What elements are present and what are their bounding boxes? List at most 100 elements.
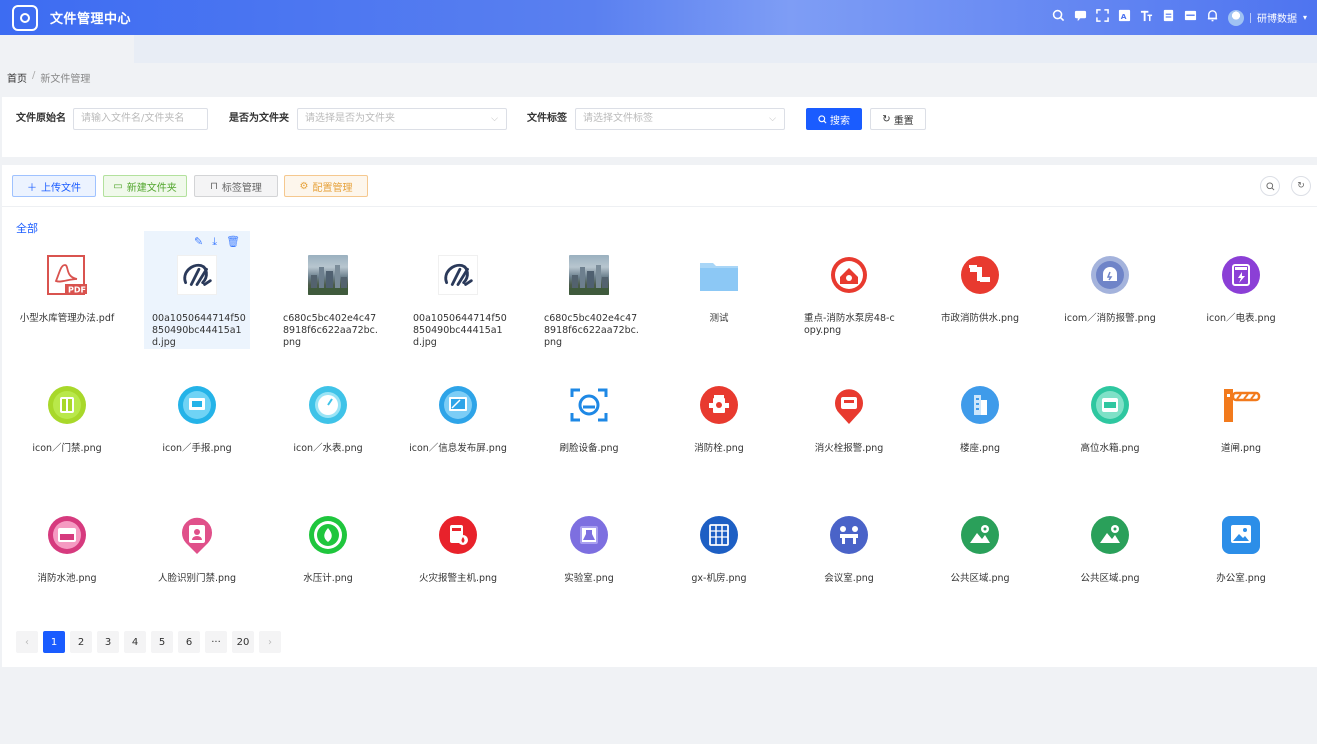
file-item[interactable]: 办公室.png bbox=[1188, 491, 1294, 609]
file-item[interactable]: 火灾报警主机.png bbox=[405, 491, 511, 609]
page-button[interactable]: 2 bbox=[70, 631, 92, 653]
is-folder-label: 是否为文件夹 bbox=[229, 113, 289, 124]
file-name: 会议室.png bbox=[824, 573, 874, 584]
fire-alarm-icon bbox=[1090, 255, 1130, 295]
file-name: 道闸.png bbox=[1220, 443, 1262, 454]
chat-icon[interactable] bbox=[1074, 9, 1088, 26]
document-icon[interactable] bbox=[1162, 9, 1176, 26]
file-item[interactable]: PDF 小型水库管理办法.pdf bbox=[14, 231, 120, 349]
building-icon bbox=[960, 385, 1000, 425]
page-button[interactable]: 5 bbox=[151, 631, 173, 653]
page-button[interactable]: 3 bbox=[97, 631, 119, 653]
page-button[interactable]: 20 bbox=[232, 631, 254, 653]
next-page-button[interactable]: › bbox=[259, 631, 281, 653]
config-manage-button[interactable]: ⚙ 配置管理 bbox=[284, 175, 368, 197]
fullscreen-icon[interactable] bbox=[1096, 9, 1110, 26]
file-item[interactable]: gx-机房.png bbox=[666, 491, 772, 609]
file-panel: ＋ 上传文件 ▭ 新建文件夹 ⊓ 标签管理 ⚙ 配置管理 ↻ 全部 PDF 小型水… bbox=[2, 165, 1317, 667]
page-button[interactable]: 1 bbox=[43, 631, 65, 653]
file-item[interactable]: 刷脸设备.png bbox=[536, 361, 642, 479]
file-item[interactable]: 公共区域.png bbox=[1057, 491, 1163, 609]
file-name: 刷脸设备.png bbox=[559, 443, 619, 454]
file-item[interactable]: c680c5bc402e4c478918f6c622aa72bc.png bbox=[536, 231, 642, 349]
page-button[interactable]: 4 bbox=[124, 631, 146, 653]
download-icon[interactable]: ⤓ bbox=[212, 235, 217, 249]
user-menu[interactable]: 研博数据 ▾ bbox=[1227, 9, 1307, 26]
file-item[interactable]: 消防栓.png bbox=[666, 361, 772, 479]
file-item[interactable]: 00a1050644714f50850490bc44415a1d.jpg ✎ ⤓ 🗑 bbox=[144, 231, 250, 349]
file-name: 火灾报警主机.png bbox=[418, 573, 498, 584]
tag-label: 文件标签 bbox=[527, 113, 567, 124]
is-folder-select[interactable]: 请选择是否为文件夹 ⌵ bbox=[297, 108, 507, 130]
file-item[interactable]: c680c5bc402e4c478918f6c622aa72bc.png bbox=[275, 231, 381, 349]
tag-select[interactable]: 请选择文件标签 ⌵ bbox=[575, 108, 785, 130]
file-item[interactable]: 00a1050644714f50850490bc44415a1d.jpg bbox=[405, 231, 511, 349]
file-name: 测试 bbox=[709, 313, 729, 324]
is-folder-placeholder: 请选择是否为文件夹 bbox=[305, 113, 395, 124]
avatar bbox=[1227, 9, 1244, 26]
file-item[interactable]: icon／电表.png bbox=[1188, 231, 1294, 349]
translate-icon[interactable]: A bbox=[1118, 9, 1132, 26]
logo-image bbox=[177, 255, 217, 295]
font-size-icon[interactable] bbox=[1140, 9, 1154, 26]
file-name: 公共区域.png bbox=[950, 573, 1010, 584]
search-icon[interactable] bbox=[1052, 9, 1066, 26]
bell-icon[interactable] bbox=[1206, 9, 1220, 26]
file-item[interactable]: 消防水池.png bbox=[14, 491, 120, 609]
search-toggle-button[interactable] bbox=[1260, 176, 1280, 196]
page-button[interactable]: 6 bbox=[178, 631, 200, 653]
new-folder-button[interactable]: ▭ 新建文件夹 bbox=[103, 175, 187, 197]
chevron-down-icon: ⌵ bbox=[491, 114, 498, 124]
file-item[interactable]: icon／手报.png bbox=[144, 361, 250, 479]
file-item[interactable]: icon／门禁.png bbox=[14, 361, 120, 479]
search-icon bbox=[818, 114, 827, 123]
file-item[interactable]: 楼座.png bbox=[927, 361, 1033, 479]
pressure-gauge-icon bbox=[308, 515, 348, 555]
app-title: 文件管理中心 bbox=[50, 12, 132, 27]
file-item[interactable]: 测试 bbox=[666, 231, 772, 349]
file-name: 重点-消防水泵房48-copy.png bbox=[804, 313, 895, 336]
upload-button[interactable]: ＋ 上传文件 bbox=[12, 175, 96, 197]
file-item[interactable]: 道闸.png bbox=[1188, 361, 1294, 479]
file-item[interactable]: 实验室.png bbox=[536, 491, 642, 609]
hydrant-alarm-icon bbox=[829, 385, 869, 425]
file-item[interactable]: icom／消防报警.png bbox=[1057, 231, 1163, 349]
tag-manage-button[interactable]: ⊓ 标签管理 bbox=[194, 175, 278, 197]
file-name: 实验室.png bbox=[564, 573, 614, 584]
delete-icon[interactable]: 🗑 bbox=[226, 235, 240, 249]
file-name-input[interactable]: 请输入文件名/文件夹名 bbox=[73, 108, 208, 130]
lab-icon bbox=[569, 515, 609, 555]
file-item[interactable]: 消火栓报警.png bbox=[796, 361, 902, 479]
search-button[interactable]: 搜索 bbox=[806, 108, 862, 130]
file-item[interactable]: 公共区域.png bbox=[927, 491, 1033, 609]
file-item[interactable]: 市政消防供水.png bbox=[927, 231, 1033, 349]
chevron-down-icon: ⌵ bbox=[769, 114, 776, 124]
page-button[interactable]: ··· bbox=[205, 631, 227, 653]
file-item[interactable]: 高位水箱.png bbox=[1057, 361, 1163, 479]
file-item[interactable]: 重点-消防水泵房48-copy.png bbox=[796, 231, 902, 349]
layout-icon[interactable] bbox=[1184, 9, 1198, 26]
refresh-icon: ↻ bbox=[1297, 181, 1305, 191]
public-area-icon bbox=[1090, 515, 1130, 555]
file-item[interactable]: 人脸识别门禁.png bbox=[144, 491, 250, 609]
breadcrumb-home[interactable]: 首页 bbox=[7, 70, 27, 85]
reset-button[interactable]: ↻ 重置 bbox=[870, 108, 926, 130]
bookmark-icon: ⊓ bbox=[210, 180, 218, 192]
edit-icon[interactable]: ✎ bbox=[194, 235, 203, 249]
refresh-button[interactable]: ↻ bbox=[1291, 176, 1311, 196]
fire-pool-icon bbox=[47, 515, 87, 555]
file-name: icon／手报.png bbox=[162, 443, 232, 454]
folder-icon bbox=[699, 255, 739, 295]
header-actions: A 研博数据 ▾ bbox=[1052, 0, 1307, 35]
app-logo[interactable]: 文件管理中心 bbox=[12, 4, 132, 31]
pagination: ‹ 1 2 3 4 5 6 ··· 20 › bbox=[16, 631, 281, 653]
breadcrumb-current: 新文件管理 bbox=[40, 74, 91, 85]
reset-button-label: 重置 bbox=[893, 115, 914, 127]
file-item[interactable]: icon／信息发布屏.png bbox=[405, 361, 511, 479]
file-item[interactable]: 会议室.png bbox=[796, 491, 902, 609]
file-item[interactable]: 水压计.png bbox=[275, 491, 381, 609]
file-name: c680c5bc402e4c478918f6c622aa72bc.png bbox=[544, 313, 639, 348]
water-meter-icon bbox=[308, 385, 348, 425]
file-item[interactable]: icon／水表.png bbox=[275, 361, 381, 479]
prev-page-button[interactable]: ‹ bbox=[16, 631, 38, 653]
